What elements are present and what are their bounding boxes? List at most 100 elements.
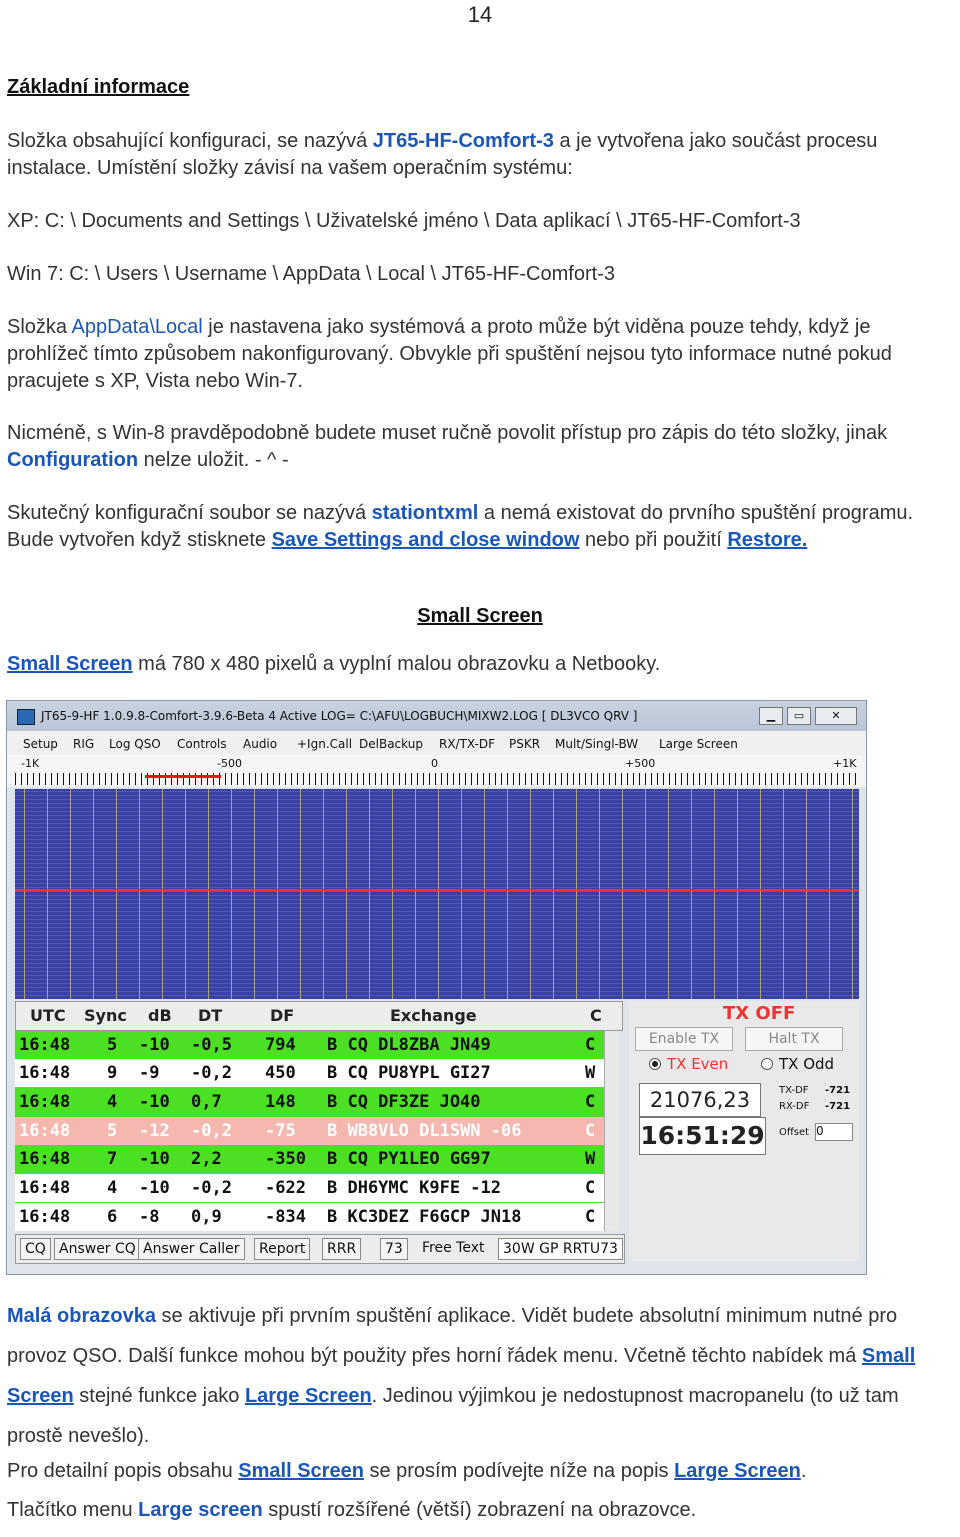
radio-dot (761, 1058, 773, 1070)
menu-audio[interactable]: Audio (243, 737, 277, 751)
cell-exchange: B WB8VLO DL1SWN -06 (327, 1121, 522, 1141)
cell-c: C (585, 1092, 596, 1112)
paragraph-detail: Pro detailní popis obsahu Small Screen s… (7, 1458, 953, 1485)
xp-path: XP: C: \ Documents and Settings \ Uživat… (7, 210, 801, 232)
tx-odd-label: TX Odd (779, 1055, 835, 1073)
report-button[interactable]: Report (254, 1238, 311, 1260)
cell-utc: 16:48 (19, 1149, 71, 1169)
configuration-link[interactable]: Configuration (7, 449, 138, 471)
answer-cq-button[interactable]: Answer CQ (54, 1238, 141, 1260)
menu-rig[interactable]: RIG (73, 737, 94, 751)
text: spustí rozšířené (větší) zobrazení na ob… (262, 1499, 697, 1521)
cell-exchange: B CQ PU8YPL GI27 (327, 1063, 491, 1083)
cell-dt: -0,2 (191, 1063, 232, 1083)
paragraph-config-folder: Složka obsahující konfiguraci, se nazývá… (7, 128, 953, 182)
cell-utc: 16:48 (19, 1178, 71, 1198)
text: nelze uložit. - ^ - (138, 449, 289, 471)
cell-sync: 5 (107, 1121, 118, 1141)
cell-c: C (585, 1121, 596, 1141)
section-title: Základní informace (7, 74, 953, 101)
cell-c: C (585, 1035, 596, 1055)
scale-label: +1K (833, 757, 857, 770)
app-title: JT65-9-HF 1.0.9.8-Comfort-3.9.6-Beta 4 A… (41, 709, 638, 723)
cell-utc: 16:48 (19, 1092, 71, 1112)
col-exchange: Exchange (390, 1006, 477, 1025)
save-settings-link[interactable]: Save Settings and close window (272, 529, 580, 551)
text: Pro detailní popis obsahu (7, 1460, 239, 1482)
tx-df-label: TX-DF (779, 1085, 809, 1096)
cell-df: -834 (265, 1207, 306, 1227)
menu-mult-singl-bw[interactable]: Mult/Singl-BW (555, 737, 638, 751)
frequency-display: 21076,23 (639, 1083, 761, 1117)
menu-setup[interactable]: Setup (23, 737, 58, 751)
cell-c: W (585, 1149, 596, 1169)
small-screen-link[interactable]: Small Screen (7, 653, 133, 675)
decode-row[interactable]: 16:48 5 -10 -0,5 794 B CQ DL8ZBA JN49 C (15, 1031, 613, 1059)
paragraph-large-screen-button: Tlačítko menu Large screen spustí rozšíř… (7, 1497, 953, 1524)
decode-row[interactable]: 16:48 6 -8 0,9 -834 B KC3DEZ F6GCP JN18 … (15, 1203, 613, 1231)
decode-row[interactable]: 16:48 4 -10 0,7 148 B CQ DF3ZE JO40 C (15, 1088, 613, 1116)
cell-sync: 4 (107, 1092, 118, 1112)
rrr-button[interactable]: RRR (322, 1238, 362, 1260)
rx-df-label: RX-DF (779, 1101, 810, 1112)
menu-large-screen[interactable]: Large Screen (659, 737, 738, 751)
maximize-icon[interactable]: ▭ (787, 707, 811, 725)
cell-c: C (585, 1178, 596, 1198)
small-screen-heading-wrap: Small Screen (7, 603, 953, 630)
menu-rx-tx-df[interactable]: RX/TX-DF (439, 737, 495, 751)
scale-label: -1K (21, 757, 40, 770)
halt-tx-button[interactable]: Halt TX (745, 1027, 843, 1051)
tx-odd-radio[interactable]: TX Odd (761, 1055, 834, 1073)
scale-label: +500 (625, 757, 656, 770)
cell-exchange: B CQ DF3ZE JO40 (327, 1092, 481, 1112)
cell-dt: -0,5 (191, 1035, 232, 1055)
cell-c: W (585, 1063, 596, 1083)
73-button[interactable]: 73 (380, 1238, 408, 1260)
large-screen-link[interactable]: Large Screen (674, 1460, 801, 1482)
cell-exchange: B CQ PY1LEO GG97 (327, 1149, 491, 1169)
minimize-icon[interactable]: ▁ (759, 707, 783, 725)
large-screen-link[interactable]: Large Screen (245, 1385, 372, 1407)
menu-delbackup[interactable]: DelBackup (359, 737, 423, 751)
paragraph-win8: Nicméně, s Win-8 pravděpodobně budete mu… (7, 420, 953, 474)
tx-even-radio[interactable]: TX Even (649, 1055, 728, 1073)
cell-sync: 5 (107, 1035, 118, 1055)
menu-controls[interactable]: Controls (177, 737, 227, 751)
tx-df-value: -721 (825, 1085, 851, 1096)
text: Skutečný konfigurační soubor se nazývá (7, 502, 372, 524)
decode-row[interactable]: 16:48 7 -10 2,2 -350 B CQ PY1LEO GG97 W (15, 1145, 613, 1173)
cell-dt: 2,2 (191, 1149, 222, 1169)
folder-name: JT65-HF-Comfort-3 (372, 130, 554, 152)
restore-link[interactable]: Restore. (727, 529, 807, 551)
cell-exchange: B KC3DEZ F6GCP JN18 (327, 1207, 522, 1227)
decode-row[interactable]: 16:48 4 -10 -0,2 -622 B DH6YMC K9FE -12 … (15, 1174, 613, 1202)
text: se prosím podívejte níže na popis (363, 1460, 675, 1482)
offset-input[interactable]: 0 (815, 1123, 853, 1141)
paragraph-config-file: Skutečný konfigurační soubor se nazývá s… (7, 500, 953, 554)
free-text-input[interactable]: 30W GP RRTU73 (498, 1238, 623, 1260)
enable-tx-button[interactable]: Enable TX (635, 1027, 733, 1051)
menu-pskr[interactable]: PSKR (509, 737, 540, 751)
menu-ign-call[interactable]: +Ign.Call (297, 737, 352, 751)
text: . (800, 1460, 807, 1482)
answer-caller-button[interactable]: Answer Caller (138, 1238, 245, 1260)
app-menubar: Setup RIG Log QSO Controls Audio +Ign.Ca… (7, 731, 866, 755)
cell-exchange: B CQ DL8ZBA JN49 (327, 1035, 491, 1055)
col-db: dB (148, 1006, 172, 1025)
small-screen-link[interactable]: Small Screen (238, 1460, 364, 1482)
close-icon[interactable]: ✕ (815, 707, 857, 725)
mala-obrazovka-term: Malá obrazovka (7, 1305, 156, 1327)
cq-button[interactable]: CQ (20, 1238, 51, 1260)
decode-row-highlighted[interactable]: 16:48 5 -12 -0,2 -75 B WB8VLO DL1SWN -06… (15, 1117, 613, 1145)
win7-path: Win 7: C: \ Users \ Username \ AppData \… (7, 263, 615, 285)
waterfall-display[interactable] (15, 789, 859, 999)
cell-c: C (585, 1207, 596, 1227)
cell-db: -10 (139, 1035, 170, 1055)
decode-row[interactable]: 16:48 9 -9 -0,2 450 B CQ PU8YPL GI27 W (15, 1059, 613, 1087)
period-divider (15, 889, 859, 891)
cell-sync: 4 (107, 1178, 118, 1198)
text: Složka (7, 316, 72, 338)
menu-log-qso[interactable]: Log QSO (109, 737, 161, 751)
decode-scrollbar[interactable] (604, 1031, 619, 1231)
page-number: 14 (467, 2, 493, 27)
